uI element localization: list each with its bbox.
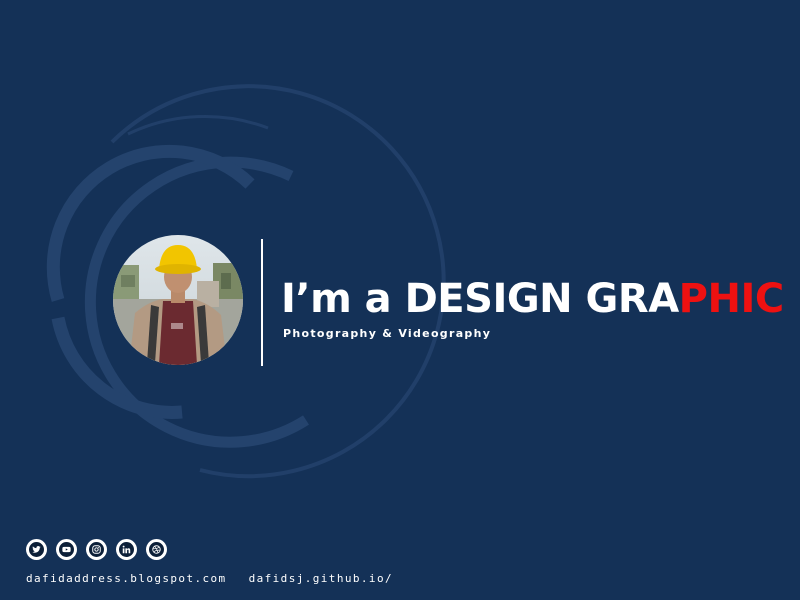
dribbble-icon [152,545,161,554]
linkedin-button[interactable] [116,539,137,560]
site-links: dafidaddress.blogspot.com dafidsj.github… [26,572,393,585]
headline-main: I’m a DESIGN GRA [281,276,679,322]
vertical-divider [261,239,263,366]
github-link[interactable]: dafidsj.github.io/ [249,572,393,585]
youtube-button[interactable] [56,539,77,560]
youtube-icon [62,546,71,553]
dribbble-button[interactable] [146,539,167,560]
social-links [26,539,167,560]
subtitle: Photography & Videography [283,327,492,340]
profile-photo-icon [113,235,243,365]
headline-accent: PHIC [678,276,785,322]
instagram-icon [92,545,101,554]
linkedin-icon [122,545,131,554]
blog-link[interactable]: dafidaddress.blogspot.com [26,572,227,585]
headline: I’m a DESIGN GRAPHIC [281,274,784,324]
instagram-button[interactable] [86,539,107,560]
profile-photo [113,235,243,365]
twitter-icon [32,546,41,553]
twitter-button[interactable] [26,539,47,560]
